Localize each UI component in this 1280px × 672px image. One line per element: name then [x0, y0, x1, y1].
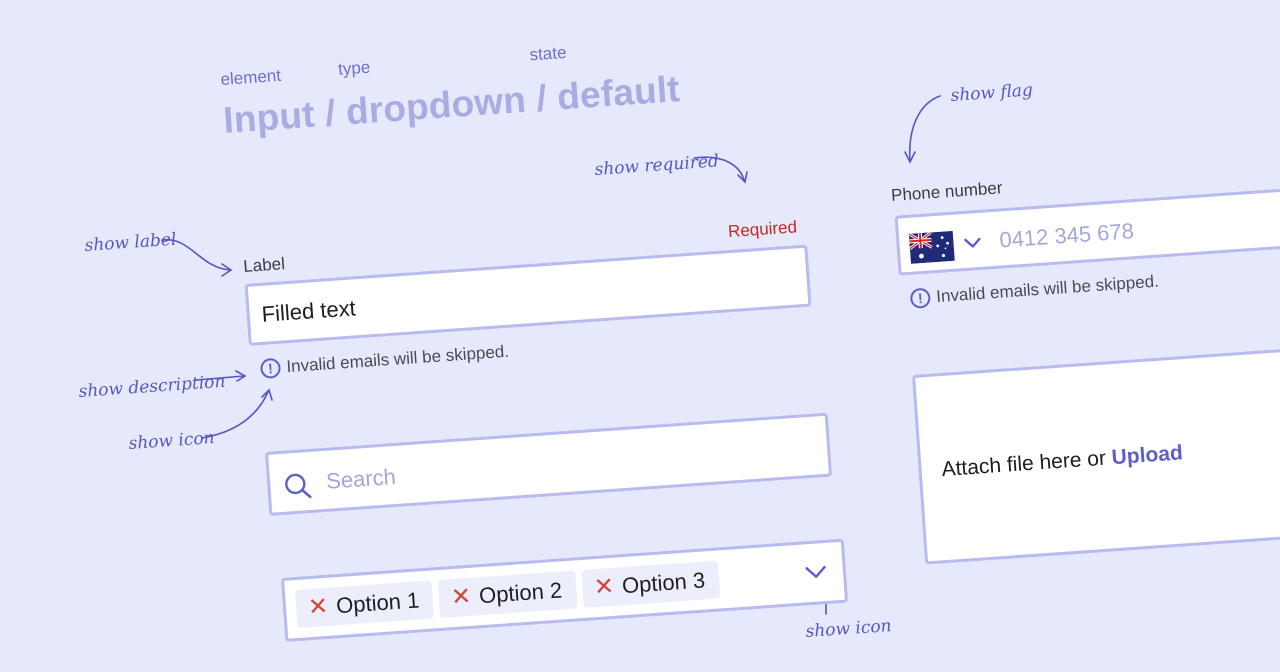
- chip-label: Option 3: [621, 567, 706, 599]
- close-icon[interactable]: ✕: [593, 573, 615, 601]
- arrow-show-icon: [201, 391, 269, 439]
- close-icon[interactable]: ✕: [450, 583, 472, 611]
- info-icon: !: [909, 287, 932, 309]
- close-icon[interactable]: ✕: [307, 593, 329, 621]
- australia-flag-icon[interactable]: [908, 230, 955, 264]
- search-placeholder: Search: [325, 463, 397, 494]
- text-input-value: Filled text: [260, 295, 357, 327]
- arrow-show-description: [195, 375, 245, 381]
- field-label: Label: [242, 254, 286, 276]
- arrow-show-label: [161, 239, 231, 271]
- phone-placeholder: 0412 345 678: [998, 218, 1135, 253]
- file-drop-text: Attach file here or Upload: [941, 441, 1184, 482]
- chip-label: Option 2: [478, 577, 563, 609]
- file-drop-zone[interactable]: Attach file here or Upload: [912, 347, 1280, 565]
- chip-option-1[interactable]: ✕ Option 1: [294, 580, 435, 628]
- info-icon: !: [259, 357, 282, 380]
- chip-option-2[interactable]: ✕ Option 2: [437, 570, 578, 618]
- upload-link[interactable]: Upload: [1111, 441, 1184, 469]
- file-drop-prefix: Attach file here or: [940, 446, 1107, 482]
- arrow-show-required: [693, 156, 745, 181]
- chip-label: Option 1: [335, 587, 421, 619]
- arrow-show-flag: [908, 95, 941, 161]
- chevron-down-icon[interactable]: [963, 237, 982, 250]
- chevron-down-icon[interactable]: [804, 565, 827, 581]
- search-icon: [285, 473, 312, 499]
- chip-option-3[interactable]: ✕ Option 3: [580, 560, 721, 608]
